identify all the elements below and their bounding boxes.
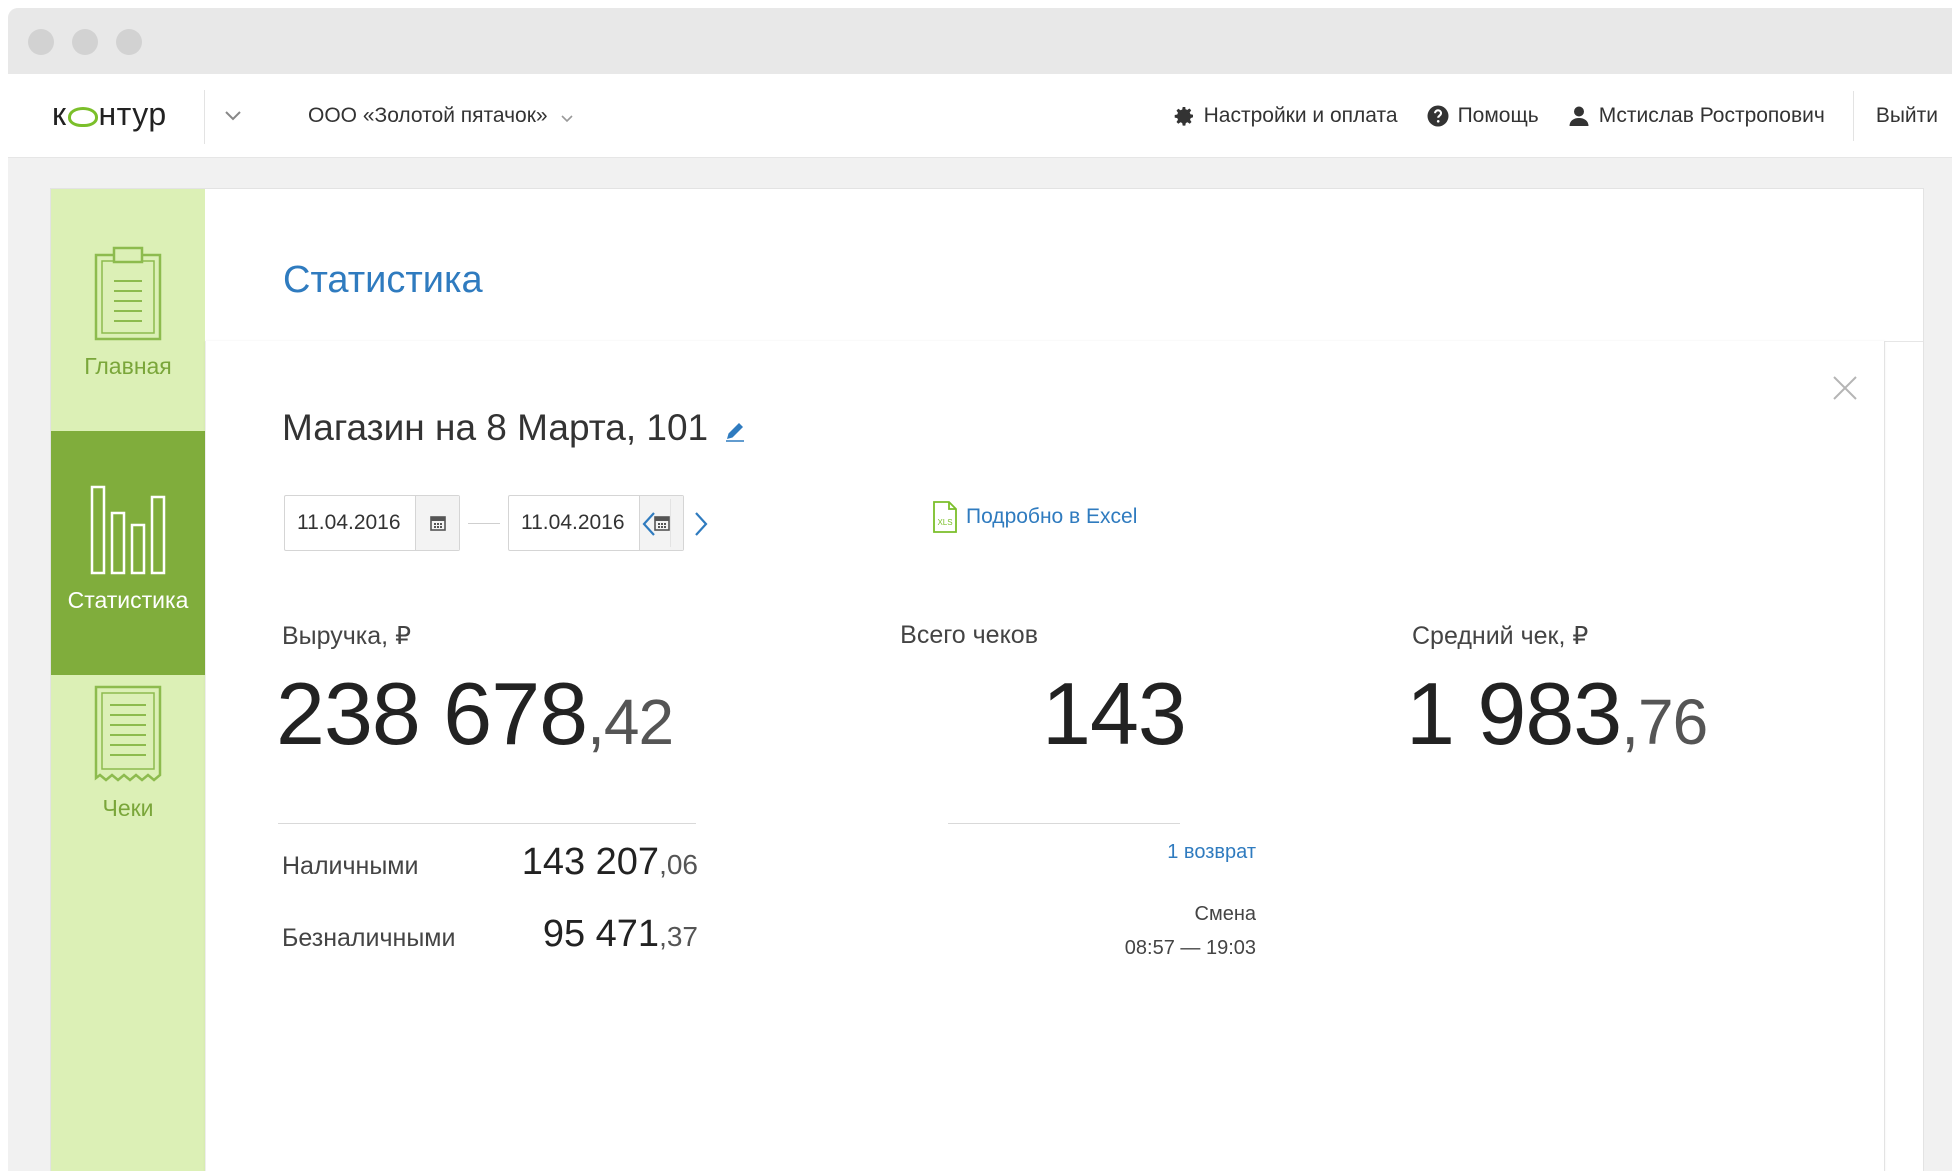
logo-text-start: к — [52, 96, 67, 132]
gear-icon — [1174, 107, 1193, 126]
settings-link[interactable]: Настройки и оплата — [1172, 104, 1398, 128]
cashless-payments-value: 95 471,37 — [543, 913, 698, 956]
date-from-field[interactable]: 11.04.2016 — [284, 495, 460, 551]
date-from-input[interactable]: 11.04.2016 — [285, 496, 415, 550]
total-checks-divider — [948, 823, 1180, 824]
products-chevron-down-icon[interactable] — [222, 104, 244, 126]
window-close-dot[interactable] — [28, 29, 54, 55]
revenue-value-integer: 238 678 — [276, 664, 588, 763]
bar-chart-icon — [90, 485, 166, 575]
revenue-value-fraction: ,42 — [587, 686, 674, 758]
xls-file-badge: XLS — [937, 518, 952, 527]
question-circle-icon — [1427, 105, 1449, 127]
cash-payments-label: Наличными — [282, 852, 419, 880]
shift-time: 08:57 — 19:03 — [1124, 937, 1256, 959]
shift-info: Смена 08:57 — 19:03 — [1125, 897, 1256, 965]
top-navigation: Настройки и оплата Помощь Мстислав Ростр… — [1172, 74, 1952, 158]
store-statistics-panel: Магазин на 8 Марта, 101 11.04.2016 11.04… — [205, 341, 1885, 1171]
sidebar-item-statistics[interactable]: Статистика — [51, 431, 205, 675]
cashless-payments-label: Безналичными — [282, 924, 456, 952]
logo-divider — [204, 90, 205, 144]
browser-window: к нтур ООО «Золотой пятачок» Настройки и … — [8, 8, 1952, 1171]
refunds-link[interactable]: 1 возврат — [1167, 841, 1256, 864]
settings-link-label: Настройки и оплата — [1203, 104, 1398, 127]
date-to-input[interactable]: 11.04.2016 — [509, 496, 639, 550]
page-title: Статистика — [283, 259, 483, 301]
cash-payments-row: Наличными 143 207,06 — [282, 841, 698, 884]
sidebar-item-statistics-label: Статистика — [67, 587, 189, 613]
date-from-calendar-button[interactable] — [415, 496, 459, 550]
store-name: Магазин на 8 Марта, 101 — [282, 407, 709, 448]
cashless-payments-row: Безналичными 95 471,37 — [282, 913, 698, 956]
help-link[interactable]: Помощь — [1426, 104, 1539, 128]
average-check-value-fraction: ,76 — [1621, 686, 1708, 758]
total-checks-value: 143 — [1042, 664, 1187, 763]
logout-link[interactable]: Выйти — [1876, 104, 1938, 128]
user-profile-link[interactable]: Мстислав Ростропович — [1567, 104, 1825, 128]
revenue-divider — [278, 823, 696, 824]
date-range-dash — [468, 523, 500, 524]
window-minimize-dot[interactable] — [72, 29, 98, 55]
cash-payments-fraction: ,06 — [659, 849, 698, 880]
sidebar-item-home-label: Главная — [84, 353, 172, 379]
cash-payments-value: 143 207,06 — [522, 841, 698, 884]
close-icon[interactable] — [1832, 375, 1858, 401]
app-header: к нтур ООО «Золотой пятачок» Настройки и … — [8, 74, 1952, 158]
organization-selector[interactable]: ООО «Золотой пятачок» — [308, 104, 574, 128]
shift-label: Смена — [1194, 903, 1256, 925]
organization-name: ООО «Золотой пятачок» — [308, 104, 548, 127]
cashless-payments-integer: 95 471 — [542, 913, 660, 955]
logo-text-end: нтур — [98, 96, 167, 132]
pencil-edit-icon[interactable] — [724, 420, 746, 442]
calendar-icon — [429, 516, 446, 531]
nav-divider — [1852, 91, 1854, 141]
kontur-logo[interactable]: к нтур — [52, 96, 167, 133]
xls-file-icon: XLS — [933, 501, 957, 533]
organization-chevron-down-icon — [561, 115, 573, 123]
average-check-label: Средний чек, ₽ — [1412, 622, 1589, 650]
excel-export-link-label: Подробно в Excel — [966, 505, 1138, 528]
clipboard-icon — [94, 246, 162, 341]
average-check-value: 1 983,76 — [1406, 663, 1708, 765]
sidebar: Главная Статистика Чеки — [51, 189, 205, 1171]
average-check-value-integer: 1 983 — [1406, 664, 1622, 763]
next-period-chevron-right-icon[interactable] — [688, 509, 714, 539]
revenue-label: Выручка, ₽ — [282, 622, 411, 650]
sidebar-item-receipts-label: Чеки — [102, 795, 154, 821]
help-link-label: Помощь — [1457, 104, 1539, 127]
sidebar-item-home[interactable]: Главная — [51, 237, 205, 433]
total-checks-label: Всего чеков — [900, 621, 1038, 649]
period-arrows-divider — [670, 499, 671, 547]
logo-cloud-icon — [67, 106, 98, 127]
window-titlebar — [8, 8, 1952, 74]
user-name: Мстислав Ростропович — [1598, 104, 1825, 127]
receipt-icon — [94, 685, 162, 782]
previous-period-chevron-left-icon[interactable] — [636, 509, 662, 539]
revenue-value: 238 678,42 — [276, 663, 674, 765]
cash-payments-integer: 143 207 — [521, 841, 660, 883]
store-title: Магазин на 8 Марта, 101 — [282, 407, 746, 449]
sidebar-item-receipts[interactable]: Чеки — [51, 675, 205, 871]
cashless-payments-fraction: ,37 — [659, 921, 698, 952]
user-icon — [1569, 106, 1589, 126]
main-card: Главная Статистика Чеки Статистика Магаз… — [50, 188, 1924, 1171]
window-maximize-dot[interactable] — [116, 29, 142, 55]
excel-export-link[interactable]: XLS Подробно в Excel — [932, 501, 1137, 533]
